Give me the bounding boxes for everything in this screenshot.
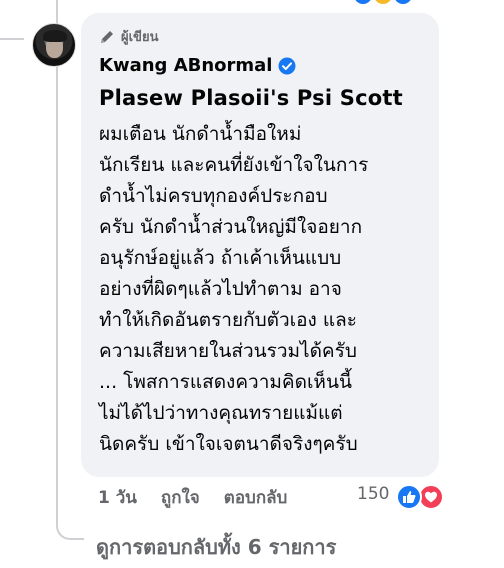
like-reaction-icon (352, 0, 374, 6)
avatar-hair (43, 30, 67, 42)
comment-line: ไม่ได้ไปว่าทางคุณทรายแม้แต่ (99, 402, 343, 424)
comment-timestamp[interactable]: 1 วัน (98, 484, 137, 511)
reply-button[interactable]: ตอบกลับ (224, 484, 288, 511)
pencil-icon (101, 30, 113, 43)
author-name[interactable]: Kwang ABnormal (99, 55, 272, 76)
comment-line: ผมเตือน นักดำน้ำมือใหม่ (99, 123, 302, 145)
comment-line: อนุรักษ์อยู่แล้ว ถ้าเค้าเห็นแบบ (99, 247, 342, 269)
comment-actions: 1 วัน ถูกใจ ตอบกลับ (98, 484, 287, 511)
previous-comment-reactions[interactable] (352, 0, 432, 6)
reaction-icons[interactable] (396, 484, 452, 510)
comment-line: นักเรียน และคนที่ยังเข้าใจในการ (99, 154, 369, 176)
view-replies-link[interactable]: ดูการตอบกลับทั้ง 6 รายการ (96, 531, 336, 563)
like-reaction-icon (396, 484, 422, 510)
mentioned-user[interactable]: Plasew Plasoii's Psi Scott (99, 86, 403, 110)
thread-curve (56, 512, 84, 540)
comment-text: ผมเตือน นักดำน้ำมือใหม่ นักเรียน และคนที… (99, 119, 368, 460)
author-name-row: Kwang ABnormal (99, 55, 296, 76)
comment-line: นิดครับ เข้าใจเจตนาดีจริงๆครับ (99, 433, 358, 455)
comment-line: ทำให้เกิดอันตรายกับตัวเอง และ (99, 309, 357, 331)
comment-bubble: ผู้เขียน Kwang ABnormal Plasew Plasoii's… (81, 13, 439, 477)
comment-line: ครับ นักดำน้ำส่วนใหญ่มีใจอยาก (99, 216, 363, 238)
thread-line (56, 0, 58, 524)
comment-line: ดำน้ำไม่ครบทุกองค์ประกอบ (99, 185, 328, 207)
thread-connector (0, 38, 24, 40)
avatar[interactable] (32, 23, 76, 67)
comment-line: อย่างที่ผิดๆแล้วไปทำตาม อาจ (99, 278, 342, 300)
author-badge: ผู้เขียน (99, 26, 158, 47)
reaction-count[interactable]: 150 (357, 484, 389, 504)
comment-line: ความเสียหายในส่วนรวมได้ครับ (99, 340, 357, 362)
haha-reaction-icon (372, 0, 394, 6)
verified-badge-icon (278, 57, 296, 74)
like-reaction-icon (392, 0, 414, 6)
like-button[interactable]: ถูกใจ (161, 484, 200, 511)
comment-line: ... โพสการแสดงความคิดเห็นนี้ (99, 371, 352, 393)
author-badge-label: ผู้เขียน (121, 30, 159, 45)
